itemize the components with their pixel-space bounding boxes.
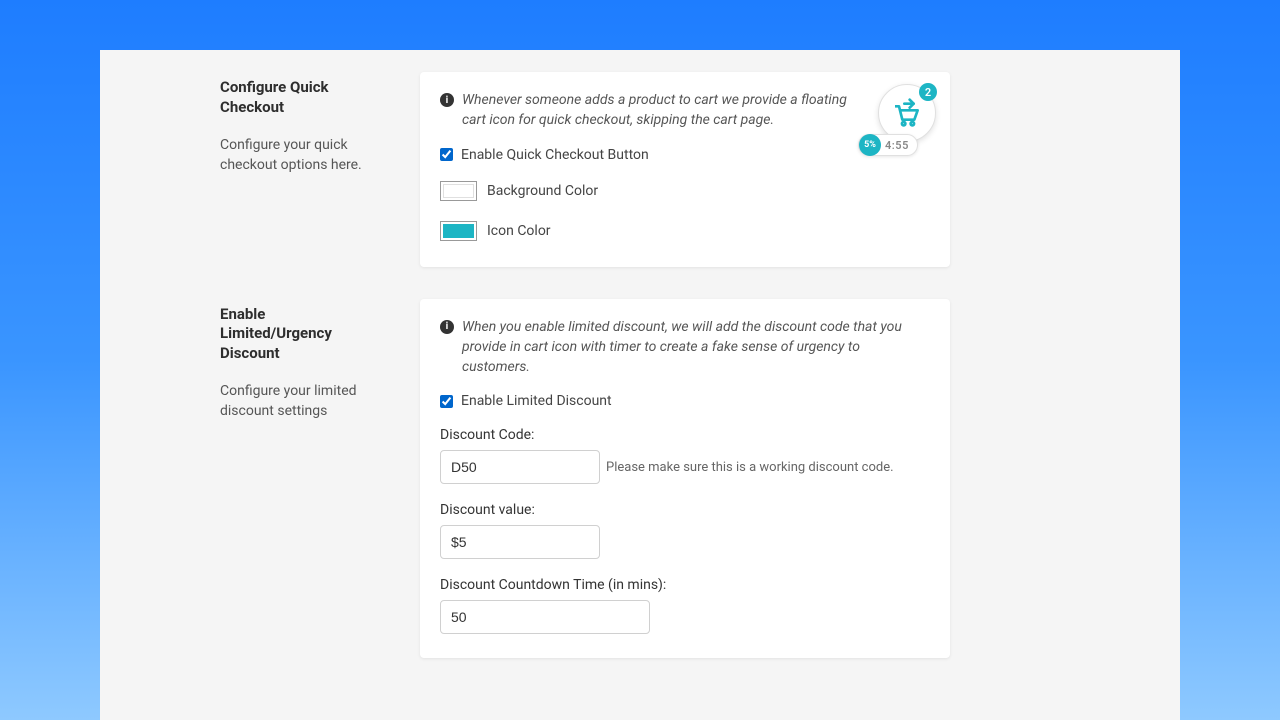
cart-timer: 4:55 <box>885 139 909 152</box>
info-icon: i <box>440 320 454 334</box>
quick-checkout-desc: Configure your quick checkout options he… <box>220 135 380 176</box>
background-color-swatch <box>443 184 474 198</box>
urgency-info-row: i When you enable limited discount, we w… <box>440 317 930 378</box>
urgency-desc: Configure your limited discount settings <box>220 381 380 422</box>
icon-color-swatch <box>443 224 474 238</box>
discount-value-input[interactable] <box>440 525 600 559</box>
discount-code-input[interactable] <box>440 450 600 484</box>
urgency-title: Enable Limited/Urgency Discount <box>220 305 380 364</box>
enable-quick-checkout-checkbox[interactable] <box>440 148 453 161</box>
cart-badge: 2 <box>919 83 937 101</box>
discount-value-group: Discount value: <box>440 502 930 559</box>
discount-code-hint: Please make sure this is a working disco… <box>606 460 894 475</box>
urgency-header: Enable Limited/Urgency Discount Configur… <box>120 299 400 659</box>
background-color-row: Background Color <box>440 181 930 201</box>
cart-discount-badge: 5% <box>859 134 881 156</box>
discount-countdown-input[interactable] <box>440 600 650 634</box>
enable-quick-checkout-label: Enable Quick Checkout Button <box>461 147 649 163</box>
info-icon: i <box>440 93 454 107</box>
cart-icon <box>891 97 923 129</box>
cart-widget-preview: 2 5% 4:55 <box>866 80 936 150</box>
icon-color-row: Icon Color <box>440 221 930 241</box>
quick-info-row: i Whenever someone adds a product to car… <box>440 90 870 131</box>
urgency-discount-section: Enable Limited/Urgency Discount Configur… <box>100 299 1180 659</box>
cart-timer-pill: 5% 4:55 <box>858 134 918 156</box>
discount-countdown-label: Discount Countdown Time (in mins): <box>440 577 930 593</box>
discount-code-group: Discount Code: Please make sure this is … <box>440 427 930 484</box>
quick-checkout-title: Configure Quick Checkout <box>220 78 380 117</box>
background-color-label: Background Color <box>487 183 598 199</box>
discount-code-label: Discount Code: <box>440 427 930 443</box>
background-color-picker[interactable] <box>440 181 477 201</box>
icon-color-picker[interactable] <box>440 221 477 241</box>
enable-quick-checkout-row[interactable]: Enable Quick Checkout Button <box>440 147 930 163</box>
discount-countdown-group: Discount Countdown Time (in mins): <box>440 577 930 634</box>
icon-color-label: Icon Color <box>487 223 551 239</box>
settings-page: Configure Quick Checkout Configure your … <box>100 50 1180 720</box>
enable-limited-discount-row[interactable]: Enable Limited Discount <box>440 393 930 409</box>
quick-checkout-card: i Whenever someone adds a product to car… <box>420 72 950 267</box>
urgency-card: i When you enable limited discount, we w… <box>420 299 950 659</box>
quick-info-text: Whenever someone adds a product to cart … <box>462 90 870 131</box>
enable-limited-discount-checkbox[interactable] <box>440 395 453 408</box>
quick-checkout-section: Configure Quick Checkout Configure your … <box>100 72 1180 267</box>
urgency-info-text: When you enable limited discount, we wil… <box>462 317 930 378</box>
quick-checkout-header: Configure Quick Checkout Configure your … <box>120 72 400 267</box>
enable-limited-discount-label: Enable Limited Discount <box>461 393 612 409</box>
discount-value-label: Discount value: <box>440 502 930 518</box>
